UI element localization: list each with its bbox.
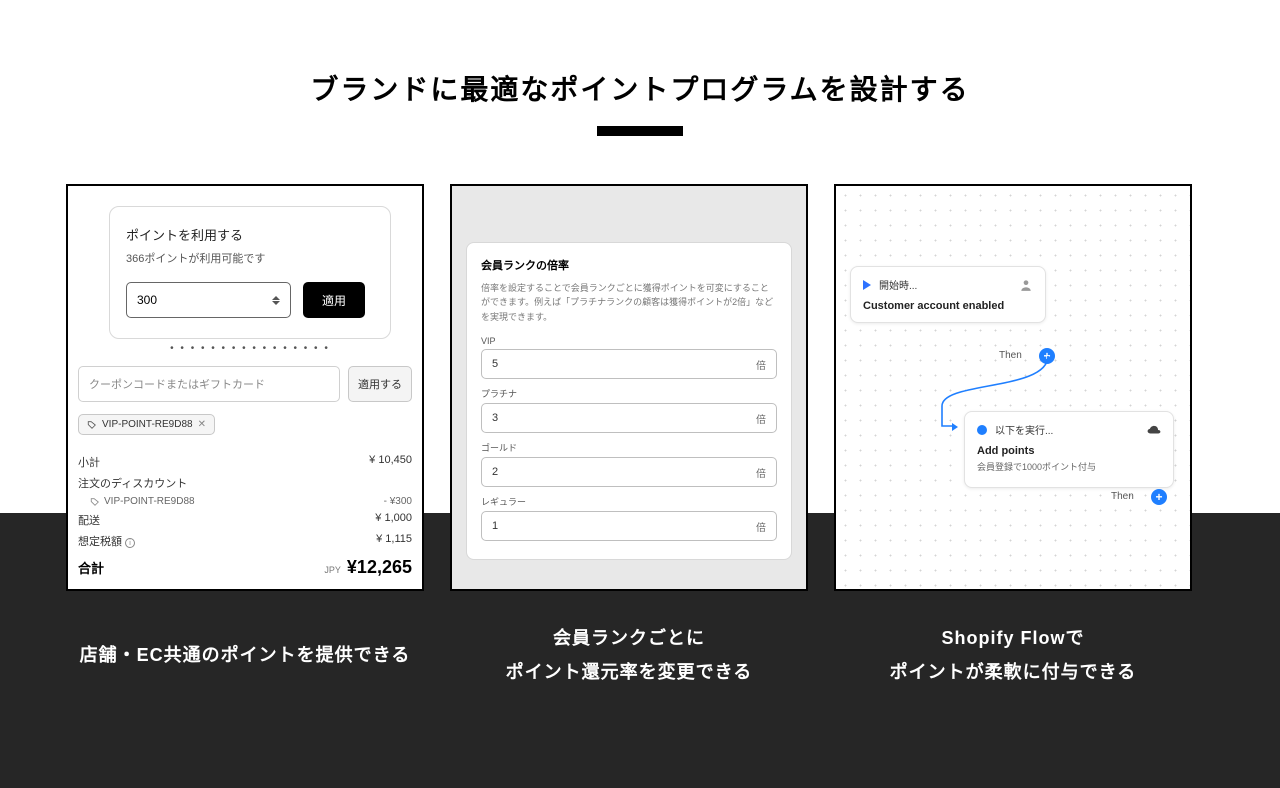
apply-coupon-button[interactable]: 適用する	[348, 366, 412, 402]
flow-action-head: 以下を実行...	[995, 422, 1147, 437]
rank-label-vip: VIP	[481, 336, 777, 346]
tag-icon	[87, 420, 97, 430]
flow-action-node[interactable]: 以下を実行... Add points 会員登録で1000ポイント付与	[964, 411, 1174, 488]
tag-icon	[90, 497, 100, 507]
rank-label-gold: ゴールド	[481, 441, 777, 454]
unit-label: 倍	[756, 411, 766, 426]
card-points-checkout: ポイントを利用する 366ポイントが利用可能です 300 適用 • • • • …	[66, 184, 424, 591]
page-title: ブランドに最適なポイントプログラムを設計する	[0, 68, 1280, 108]
tax-value: ¥ 1,115	[376, 533, 412, 549]
card-flow: 開始時... Customer account enabled Then + 以…	[834, 184, 1192, 591]
rank-panel: 会員ランクの倍率 倍率を設定することで会員ランクごとに獲得ポイントを可変にするこ…	[466, 242, 792, 560]
discount-value: - ¥300	[384, 496, 412, 507]
coupon-input[interactable]: クーポンコードまたはギフトカード	[78, 366, 340, 402]
rank-input-vip[interactable]: 5倍	[481, 349, 777, 379]
flow-trigger-node[interactable]: 開始時... Customer account enabled	[850, 266, 1046, 323]
shipping-label: 配送	[78, 512, 100, 528]
flow-trigger-head: 開始時...	[879, 277, 1019, 292]
unit-label: 倍	[756, 357, 766, 372]
person-icon	[1019, 278, 1033, 292]
rank-panel-title: 会員ランクの倍率	[481, 257, 777, 273]
captions-row: 店舗・EC共通のポイントを提供できる 会員ランクごとにポイント還元率を変更できる…	[0, 591, 1280, 689]
title-underline	[597, 126, 683, 136]
caption-3: Shopify Flowでポイントが柔軟に付与できる	[834, 621, 1192, 689]
unit-label: 倍	[756, 465, 766, 480]
cards-row: ポイントを利用する 366ポイントが利用可能です 300 適用 • • • • …	[0, 136, 1280, 591]
arrow-icon	[952, 423, 958, 431]
flow-action-title: Add points	[977, 445, 1161, 457]
caption-1: 店舗・EC共通のポイントを提供できる	[66, 621, 424, 689]
divider-dots: • • • • • • • • • • • • • • • •	[78, 343, 422, 354]
rank-panel-description: 倍率を設定することで会員ランクごとに獲得ポイントを可変にすることができます。例え…	[481, 281, 777, 324]
rank-label-platinum: プラチナ	[481, 387, 777, 400]
flow-trigger-body: Customer account enabled	[863, 300, 1033, 312]
total-currency: JPY	[324, 565, 341, 575]
points-input-value: 300	[137, 293, 157, 307]
tax-label: 想定税額	[78, 536, 122, 548]
card-rank-multiplier: 会員ランクの倍率 倍率を設定することで会員ランクごとに獲得ポイントを可変にするこ…	[450, 184, 808, 591]
applied-coupon-chip[interactable]: VIP-POINT-RE9D88 ✕	[78, 414, 215, 435]
points-box-title: ポイントを利用する	[126, 225, 374, 244]
points-input[interactable]: 300	[126, 282, 291, 318]
flow-action-sub: 会員登録で1000ポイント付与	[977, 460, 1161, 473]
points-use-box: ポイントを利用する 366ポイントが利用可能です 300 適用	[109, 206, 391, 339]
info-icon[interactable]: i	[125, 538, 135, 548]
total-amount: ¥12,265	[347, 557, 412, 577]
rank-label-regular: レギュラー	[481, 495, 777, 508]
flow-then-label: Then	[1111, 491, 1134, 502]
rank-input-platinum[interactable]: 3倍	[481, 403, 777, 433]
subtotal-value: ¥ 10,450	[369, 454, 412, 470]
caption-2: 会員ランクごとにポイント還元率を変更できる	[450, 621, 808, 689]
number-stepper[interactable]	[272, 296, 280, 305]
play-icon	[863, 280, 871, 290]
add-step-button[interactable]: +	[1151, 489, 1167, 505]
rank-input-gold[interactable]: 2倍	[481, 457, 777, 487]
dot-icon	[977, 425, 987, 435]
close-icon[interactable]: ✕	[198, 419, 206, 430]
subtotal-label: 小計	[78, 454, 100, 470]
total-label: 合計	[78, 558, 104, 577]
rank-input-regular[interactable]: 1倍	[481, 511, 777, 541]
points-available-text: 366ポイントが利用可能です	[126, 250, 374, 266]
chevron-down-icon[interactable]	[272, 301, 280, 305]
unit-label: 倍	[756, 519, 766, 534]
coupon-chip-label: VIP-POINT-RE9D88	[102, 419, 193, 430]
shipping-value: ¥ 1,000	[375, 512, 412, 528]
apply-points-button[interactable]: 適用	[303, 282, 365, 318]
cloud-icon	[1147, 425, 1161, 435]
chevron-up-icon[interactable]	[272, 296, 280, 300]
discount-code-text: VIP-POINT-RE9D88	[104, 496, 195, 507]
discount-label: 注文のディスカウント	[78, 475, 187, 491]
